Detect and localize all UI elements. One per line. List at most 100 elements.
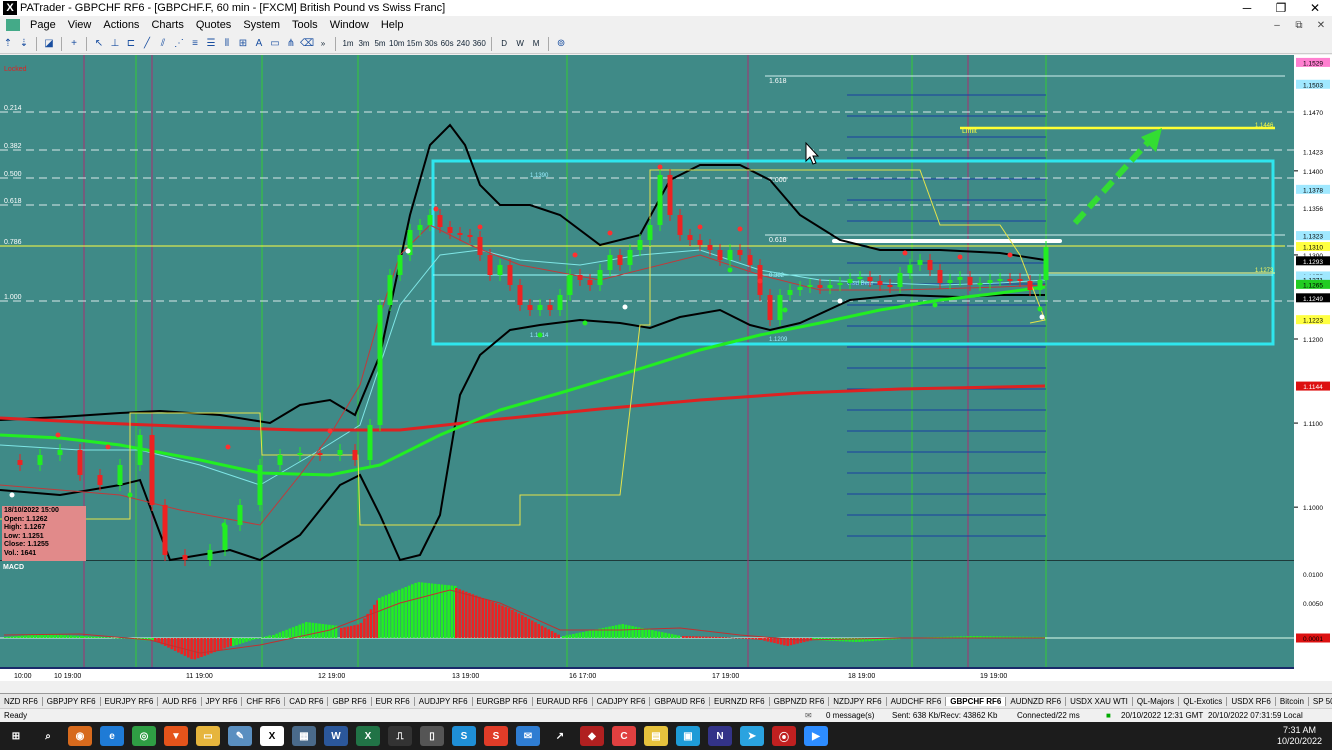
price-chart[interactable]: 0.214 0.382 0.500 0.618 0.786 1.000 Locked 1.61…: [0, 55, 1332, 681]
tf-360-button[interactable]: 360: [472, 36, 486, 52]
mdi-close-button[interactable]: ✕: [1310, 20, 1332, 31]
symbol-tab[interactable]: EURAUD RF6: [533, 696, 593, 706]
symbol-tab[interactable]: AUDJPY RF6: [415, 696, 473, 706]
fib-retracement-tool-icon[interactable]: ≡: [188, 37, 202, 51]
symbol-tab[interactable]: CHF RF6: [242, 696, 286, 706]
mdi-restore-button[interactable]: ⧉: [1288, 20, 1310, 31]
fib-fan-tool-icon[interactable]: ⋰: [172, 37, 186, 51]
app-red-icon[interactable]: ◆: [580, 726, 604, 746]
menu-quotes[interactable]: Quotes: [190, 19, 237, 31]
chart-area[interactable]: 0.214 0.382 0.500 0.618 0.786 1.000 Locked 1.61…: [0, 55, 1332, 681]
text-tool-icon[interactable]: A: [252, 37, 266, 51]
close-button[interactable]: ✕: [1298, 1, 1332, 15]
app-s-icon[interactable]: S: [452, 726, 476, 746]
chart-icon[interactable]: ◪: [42, 37, 56, 51]
brave-icon[interactable]: ▼: [164, 726, 188, 746]
status-messages[interactable]: 0 message(s): [826, 711, 874, 720]
crosshair-icon[interactable]: +: [67, 37, 81, 51]
notepad-icon[interactable]: ✎: [228, 726, 252, 746]
excel-icon[interactable]: X: [356, 726, 380, 746]
symbol-tab[interactable]: GBPNZD RF6: [770, 696, 830, 706]
tablet-icon[interactable]: ▯: [420, 726, 444, 746]
folder-icon[interactable]: ▭: [196, 726, 220, 746]
rectangle-tool-icon[interactable]: ▭: [268, 37, 282, 51]
telegram-icon[interactable]: ➤: [740, 726, 764, 746]
mail-icon[interactable]: ✉: [516, 726, 540, 746]
menu-view[interactable]: View: [62, 19, 98, 31]
symbol-tab[interactable]: EURGBP RF6: [473, 696, 533, 706]
symbol-tab[interactable]: Bitcoin: [1276, 696, 1309, 706]
word-icon[interactable]: W: [324, 726, 348, 746]
tf-3m-button[interactable]: 3m: [357, 36, 371, 52]
tf-10m-button[interactable]: 10m: [389, 36, 405, 52]
message-icon[interactable]: ✉: [805, 711, 812, 720]
symbol-tab[interactable]: NZDJPY RF6: [829, 696, 887, 706]
record-icon[interactable]: ⦿: [772, 726, 796, 746]
symbol-tab[interactable]: QL-Exotics: [1179, 696, 1228, 706]
symbol-tab[interactable]: SP 500: [1309, 697, 1332, 706]
symbol-tab[interactable]: JPY RF6: [202, 696, 243, 706]
chrome-icon[interactable]: ◎: [132, 726, 156, 746]
system-clock[interactable]: 7:31 AM 10/20/2022: [1277, 725, 1332, 747]
menu-window[interactable]: Window: [324, 19, 375, 31]
patrader-icon[interactable]: X: [260, 726, 284, 746]
tradingview-icon[interactable]: ↗: [548, 726, 572, 746]
menu-page[interactable]: Page: [24, 19, 62, 31]
period-daily-button[interactable]: D: [497, 36, 511, 52]
fib-time-tool-icon[interactable]: ⦀: [220, 37, 234, 51]
pointer-icon[interactable]: ↖: [92, 37, 106, 51]
channel-tool-icon[interactable]: ⫽: [156, 37, 170, 51]
symbol-tab[interactable]: AUDCHF RF6: [887, 696, 947, 706]
tf-1m-button[interactable]: 1m: [341, 36, 355, 52]
symbol-tab[interactable]: EURNZD RF6: [710, 696, 770, 706]
app-c-icon[interactable]: C: [612, 726, 636, 746]
tf-15m-button[interactable]: 15m: [407, 36, 423, 52]
symbol-tab[interactable]: AUD RF6: [158, 696, 202, 706]
symbol-tab[interactable]: USDX XAU WTI: [1066, 696, 1133, 706]
toolbar-more-chevron[interactable]: »: [316, 36, 330, 52]
app-n-icon[interactable]: N: [708, 726, 732, 746]
fib-extension-tool-icon[interactable]: ☰: [204, 37, 218, 51]
app-orange-icon[interactable]: ◉: [68, 726, 92, 746]
vline-tool-icon[interactable]: ⊏: [124, 37, 138, 51]
maximize-button[interactable]: ❐: [1264, 1, 1298, 15]
period-weekly-button[interactable]: W: [513, 36, 527, 52]
gann-tool-icon[interactable]: ⊞: [236, 37, 250, 51]
store-icon[interactable]: ▣: [676, 726, 700, 746]
edge-icon[interactable]: e: [100, 726, 124, 746]
symbol-tab[interactable]: GBPJPY RF6: [43, 696, 101, 706]
chart-doc-icon[interactable]: [6, 19, 20, 31]
buy-icon[interactable]: ⇡: [1, 37, 15, 51]
symbol-tab[interactable]: GBPAUD RF6: [650, 696, 710, 706]
search-icon[interactable]: ⌕: [36, 726, 60, 746]
delete-tool-icon[interactable]: ⌫: [300, 37, 314, 51]
tf-5m-button[interactable]: 5m: [373, 36, 387, 52]
pitchfork-tool-icon[interactable]: ⋔: [284, 37, 298, 51]
chart-app-icon[interactable]: ⎍: [388, 726, 412, 746]
symbol-tab[interactable]: EUR RF6: [372, 696, 415, 706]
sell-icon[interactable]: ⇣: [17, 37, 31, 51]
tf-60-button[interactable]: 60s: [440, 36, 454, 52]
symbol-tab[interactable]: AUDNZD RF6: [1006, 696, 1067, 706]
notes-icon[interactable]: ▤: [644, 726, 668, 746]
calc-icon[interactable]: ▦: [292, 726, 316, 746]
hline-tool-icon[interactable]: ⊥: [108, 37, 122, 51]
symbol-tab[interactable]: EURJPY RF6: [101, 696, 159, 706]
period-monthly-button[interactable]: M: [529, 36, 543, 52]
menu-tools[interactable]: Tools: [286, 19, 324, 31]
windows-icon[interactable]: ⊞: [4, 726, 28, 746]
symbol-tab[interactable]: CADJPY RF6: [593, 696, 651, 706]
menu-actions[interactable]: Actions: [97, 19, 145, 31]
symbol-tab[interactable]: GBP RF6: [328, 696, 372, 706]
symbol-tab[interactable]: NZD RF6: [0, 696, 43, 706]
trendline-tool-icon[interactable]: ╱: [140, 37, 154, 51]
sync-icon[interactable]: ⊚: [554, 37, 568, 51]
tf-240-button[interactable]: 240: [456, 36, 470, 52]
symbol-tab[interactable]: GBPCHF RF6: [946, 696, 1007, 706]
symbol-tab[interactable]: USDX RF6: [1227, 696, 1276, 706]
menu-system[interactable]: System: [237, 19, 286, 31]
minimize-button[interactable]: ─: [1230, 1, 1264, 15]
tf-30-button[interactable]: 30s: [424, 36, 438, 52]
symbol-tab[interactable]: CAD RF6: [285, 696, 329, 706]
mdi-minimize-button[interactable]: ‒: [1266, 20, 1288, 31]
